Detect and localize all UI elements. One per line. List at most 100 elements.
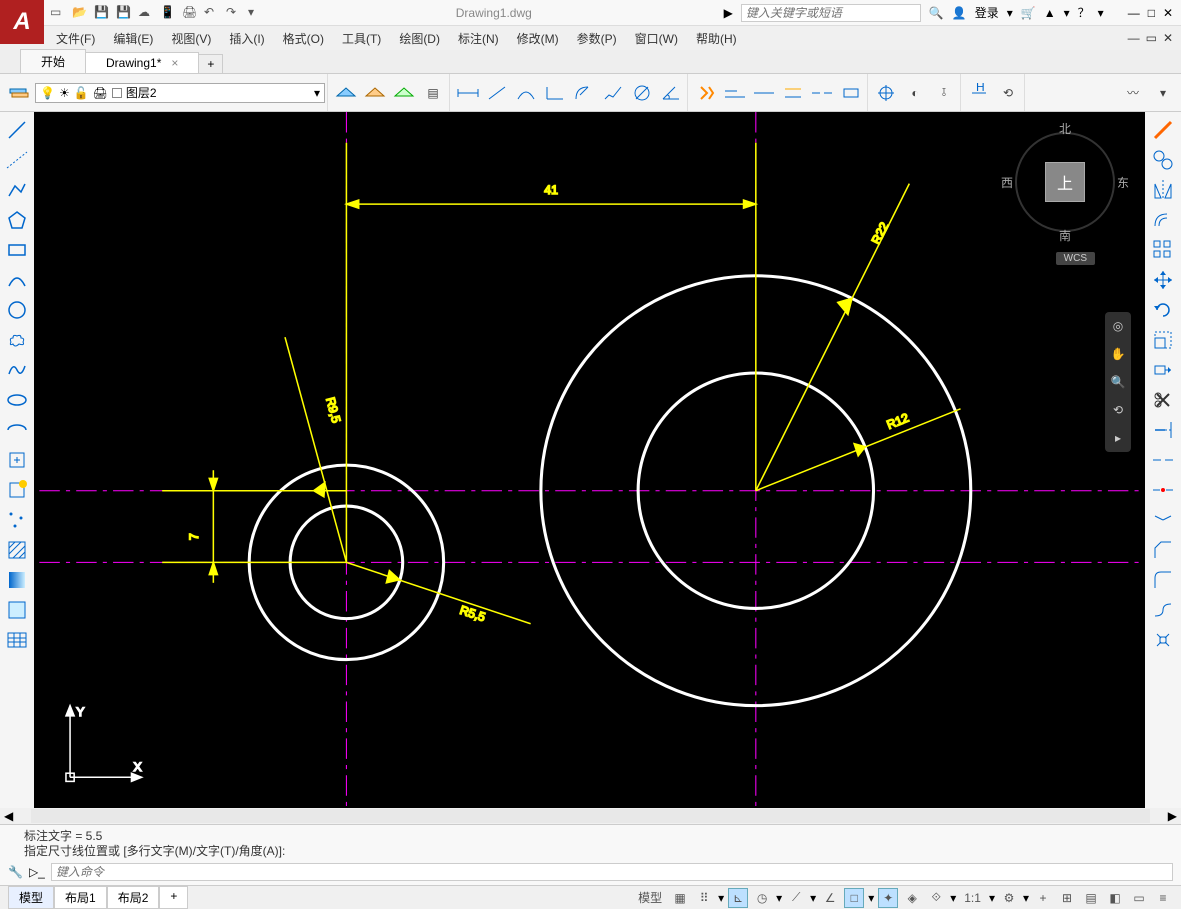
viewcube-east[interactable]: 东: [1117, 174, 1129, 191]
saveas-icon[interactable]: 💾: [116, 5, 132, 21]
dim-baseline-icon[interactable]: [721, 79, 749, 107]
transparency-icon[interactable]: ◈: [902, 888, 922, 908]
redo-icon[interactable]: ↷: [226, 5, 242, 21]
dim-linear-icon[interactable]: [454, 79, 482, 107]
menu-window[interactable]: 窗口(W): [635, 30, 678, 47]
menu-format[interactable]: 格式(O): [283, 30, 324, 47]
mobile-icon[interactable]: 📱: [160, 5, 176, 21]
break-point-icon[interactable]: [1149, 446, 1177, 474]
settings-icon[interactable]: ▾: [1149, 79, 1177, 107]
horizontal-scrollbar[interactable]: ◀▶: [0, 808, 1181, 824]
osnap-icon[interactable]: □: [844, 888, 864, 908]
maximize-icon[interactable]: □: [1148, 6, 1155, 20]
viewcube-north[interactable]: 北: [1059, 120, 1071, 137]
construction-line-icon[interactable]: [3, 146, 31, 174]
save-icon[interactable]: 💾: [94, 5, 110, 21]
tab-start[interactable]: 开始: [20, 49, 86, 73]
grid-icon[interactable]: ▦: [670, 888, 690, 908]
app-icon[interactable]: ▲: [1044, 6, 1056, 20]
print-icon[interactable]: 🖨: [182, 5, 198, 21]
tab-drawing[interactable]: Drawing1*×: [85, 52, 199, 73]
layer-match-icon[interactable]: ▤: [419, 79, 447, 107]
ellipse-icon[interactable]: [3, 386, 31, 414]
cycle-icon[interactable]: ⟐: [926, 888, 946, 908]
polyline-icon[interactable]: [3, 176, 31, 204]
layer-properties-icon[interactable]: [6, 79, 34, 107]
menu-tool[interactable]: 工具(T): [342, 30, 381, 47]
units-icon[interactable]: ⊞: [1057, 888, 1077, 908]
chamfer-icon[interactable]: [1149, 536, 1177, 564]
explode-icon[interactable]: [1149, 626, 1177, 654]
login-label[interactable]: 登录: [975, 4, 999, 21]
dropdown-icon[interactable]: ▾: [1098, 6, 1104, 20]
chevron-down-icon[interactable]: ▾: [314, 86, 320, 100]
max-icon[interactable]: ▭: [1129, 888, 1149, 908]
menu-view[interactable]: 视图(V): [171, 30, 211, 47]
viewcube-south[interactable]: 南: [1059, 227, 1071, 244]
region-icon[interactable]: [3, 596, 31, 624]
showmotion-icon[interactable]: ▸: [1108, 428, 1128, 448]
trim-icon[interactable]: [1149, 386, 1177, 414]
quick-prop-icon[interactable]: ▤: [1081, 888, 1101, 908]
zoom-icon[interactable]: 🔍: [1108, 372, 1128, 392]
rotate-icon[interactable]: [1149, 296, 1177, 324]
app-logo[interactable]: A: [0, 0, 44, 44]
model-label[interactable]: 模型: [634, 888, 666, 908]
rectangle-icon[interactable]: [3, 236, 31, 264]
viewcube-west[interactable]: 西: [1001, 174, 1013, 191]
status-tab-layout2[interactable]: 布局2: [107, 886, 160, 909]
make-block-icon[interactable]: [3, 476, 31, 504]
dim-diameter-icon[interactable]: [628, 79, 656, 107]
osnap-track-icon[interactable]: ∠: [820, 888, 840, 908]
wheel-icon[interactable]: ◎: [1108, 316, 1128, 336]
dim-ordinate-icon[interactable]: [541, 79, 569, 107]
heartbeat-icon[interactable]: 〰: [1119, 79, 1147, 107]
table-icon[interactable]: [3, 626, 31, 654]
dim-continue-icon[interactable]: [750, 79, 778, 107]
insert-block-icon[interactable]: [3, 446, 31, 474]
line-icon[interactable]: [3, 116, 31, 144]
web-icon[interactable]: ☁: [138, 5, 154, 21]
minimize-icon[interactable]: —: [1128, 6, 1140, 20]
viewcube-top[interactable]: 上: [1045, 162, 1085, 202]
ortho-icon[interactable]: ⊾: [728, 888, 748, 908]
scale-icon[interactable]: [1149, 326, 1177, 354]
menu-help[interactable]: 帮助(H): [696, 30, 737, 47]
ws-icon[interactable]: ◧: [1105, 888, 1125, 908]
plus-icon[interactable]: +: [1033, 888, 1053, 908]
doc-close-icon[interactable]: ✕: [1163, 31, 1173, 45]
point-icon[interactable]: [3, 506, 31, 534]
mirror-icon[interactable]: [1149, 176, 1177, 204]
snap-icon[interactable]: ⠿: [694, 888, 714, 908]
viewcube[interactable]: 上 北 南 东 西: [1005, 122, 1125, 242]
ellipse-arc-icon[interactable]: [3, 416, 31, 444]
menu-param[interactable]: 参数(P): [577, 30, 617, 47]
dim-space-icon[interactable]: [779, 79, 807, 107]
menu-edit[interactable]: 编辑(E): [113, 30, 153, 47]
circle-icon[interactable]: [3, 296, 31, 324]
layer-iso-icon[interactable]: [361, 79, 389, 107]
offset-icon[interactable]: [1149, 206, 1177, 234]
dropdown-icon[interactable]: ▾: [1064, 6, 1070, 20]
erase-icon[interactable]: [1149, 116, 1177, 144]
stretch-icon[interactable]: [1149, 356, 1177, 384]
lwt-icon[interactable]: ✦: [878, 888, 898, 908]
help-icon[interactable]: ？: [1078, 4, 1090, 21]
dim-jogged-icon[interactable]: [599, 79, 627, 107]
copy-icon[interactable]: [1149, 146, 1177, 174]
blend-icon[interactable]: [1149, 596, 1177, 624]
wrench-icon[interactable]: 🔧: [8, 865, 23, 879]
inspect-icon[interactable]: ◐: [901, 79, 929, 107]
menu-file[interactable]: 文件(F): [56, 30, 95, 47]
dropdown-icon[interactable]: ▾: [248, 5, 264, 21]
break-icon[interactable]: [1149, 476, 1177, 504]
new-icon[interactable]: ▭: [50, 5, 66, 21]
hatch-icon[interactable]: [3, 536, 31, 564]
doc-minimize-icon[interactable]: —: [1128, 31, 1140, 45]
doc-restore-icon[interactable]: ▭: [1146, 31, 1157, 45]
menu-modify[interactable]: 修改(M): [517, 30, 559, 47]
polar-icon[interactable]: ◷: [752, 888, 772, 908]
dim-edit-icon[interactable]: H: [965, 79, 993, 107]
center-mark-icon[interactable]: [872, 79, 900, 107]
status-tab-layout1[interactable]: 布局1: [54, 886, 107, 909]
